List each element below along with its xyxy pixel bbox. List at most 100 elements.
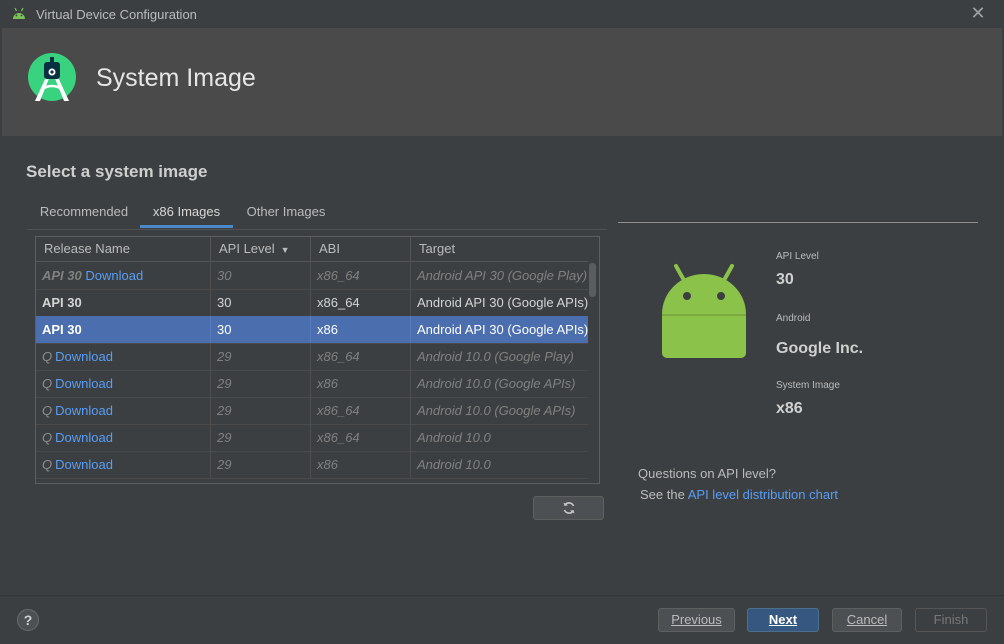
abi-cell: x86 xyxy=(311,370,411,397)
tab-recommended[interactable]: Recommended xyxy=(39,199,129,227)
download-link[interactable]: Download xyxy=(55,403,113,418)
help-button[interactable]: ? xyxy=(17,609,39,631)
column-label: Target xyxy=(419,241,456,256)
column-label: ABI xyxy=(319,241,340,256)
release-name-cell: Q Download xyxy=(36,451,211,478)
release-name-cell: Q Download xyxy=(36,424,211,451)
table-header: Release Name API Level ▼ ABI Target xyxy=(36,237,588,262)
android-studio-logo xyxy=(28,53,76,101)
table-row[interactable]: Q Download 29 x86 Android 10.0 xyxy=(36,451,588,479)
target-cell: Android API 30 (Google APIs) xyxy=(417,295,588,310)
abi-cell: x86 xyxy=(311,316,411,343)
target-cell: Android API 30 (Google APIs) xyxy=(417,322,588,337)
table-row[interactable]: API 30 30 x86 Android API 30 (Google APIs) xyxy=(36,316,588,344)
release-name: API 30 xyxy=(42,268,82,283)
table-row[interactable]: Q Download 29 x86_64 Android 10.0 (Google Pl… xyxy=(36,343,588,371)
api-level-cell: 29 xyxy=(211,370,311,397)
finish-button[interactable]: Finish xyxy=(915,608,987,632)
previous-label: Previous xyxy=(671,612,722,627)
abi-cell: x86_64 xyxy=(311,343,411,370)
abi-cell: x86_64 xyxy=(311,289,411,316)
details-separator xyxy=(618,222,978,223)
download-link[interactable]: Download xyxy=(55,376,113,391)
release-name: API 30 xyxy=(42,322,82,337)
table-row[interactable]: Q Download 29 x86_64 Android 10.0 (Google AP… xyxy=(36,397,588,425)
download-link[interactable]: Download xyxy=(55,430,113,445)
wizard-footer: ? Previous Next Cancel Finish xyxy=(0,595,1004,644)
target-cell: Android 10.0 xyxy=(417,430,491,445)
target-cell: Android 10.0 (Google APIs) xyxy=(417,376,576,391)
target-cell: Android 10.0 xyxy=(417,457,491,472)
api-level-value: 30 xyxy=(776,271,794,288)
table-row[interactable]: Q Download 29 x86 Android 10.0 (Google APIs) xyxy=(36,370,588,398)
next-label: Next xyxy=(768,612,798,627)
system-image-table: Release Name API Level ▼ ABI Target API 3… xyxy=(35,236,600,484)
api-distribution-chart-link[interactable]: API level distribution chart xyxy=(688,487,838,502)
tab-x86-images[interactable]: x86 Images xyxy=(140,199,233,228)
api-level-cell: 30 xyxy=(211,262,311,289)
see-the-text: See the API level distribution chart xyxy=(640,487,838,502)
questions-text: Questions on API level? xyxy=(638,466,777,481)
android-robot-icon xyxy=(662,264,746,358)
api-level-cell: 30 xyxy=(211,316,311,343)
release-name-cell: API 30 xyxy=(36,289,211,316)
column-release-name[interactable]: Release Name xyxy=(36,237,211,261)
android-label: Android xyxy=(776,313,811,324)
system-image-value: x86 xyxy=(776,400,803,417)
abi-cell: x86_64 xyxy=(311,262,411,289)
column-api-level[interactable]: API Level ▼ xyxy=(211,237,311,261)
api-level-cell: 29 xyxy=(211,343,311,370)
previous-button[interactable]: Previous xyxy=(658,608,735,632)
table-row[interactable]: Q Download 29 x86_64 Android 10.0 xyxy=(36,424,588,452)
release-q-label: Q xyxy=(42,376,53,391)
download-link[interactable]: Download xyxy=(55,349,113,364)
api-level-label: API Level xyxy=(776,251,819,262)
release-name-cell: Q Download xyxy=(36,370,211,397)
android-icon xyxy=(13,7,25,19)
release-q-label: Q xyxy=(42,403,53,418)
vendor-value: Google Inc. xyxy=(776,340,864,357)
target-cell: Android 10.0 (Google Play) xyxy=(417,349,574,364)
release-name-cell: Q Download xyxy=(36,397,211,424)
download-link[interactable]: Download xyxy=(55,457,113,472)
column-abi[interactable]: ABI xyxy=(311,237,411,261)
api-level-cell: 29 xyxy=(211,424,311,451)
column-label: API Level xyxy=(219,241,275,256)
release-name-cell: API 30 xyxy=(36,316,211,343)
sort-descending-icon: ▼ xyxy=(280,245,290,255)
see-the-label: See the xyxy=(640,487,685,502)
page-title: System Image xyxy=(96,64,256,92)
api-level-cell: 29 xyxy=(211,397,311,424)
abi-cell: x86 xyxy=(311,451,411,478)
cancel-button[interactable]: Cancel xyxy=(832,608,902,632)
release-name-cell: API 30 Download xyxy=(36,262,211,289)
section-title: Select a system image xyxy=(26,162,208,181)
table-scrollbar[interactable] xyxy=(588,261,598,483)
release-q-label: Q xyxy=(42,430,53,445)
table-row[interactable]: API 30 30 x86_64 Android API 30 (Google API… xyxy=(36,289,588,317)
wizard-header: System Image xyxy=(2,28,1002,136)
column-target[interactable]: Target xyxy=(411,237,588,261)
window-title: Virtual Device Configuration xyxy=(36,6,197,22)
image-tabs: Recommended x86 Images Other Images xyxy=(27,199,607,230)
next-button[interactable]: Next xyxy=(747,608,819,632)
release-name: API 30 xyxy=(42,295,82,310)
release-q-label: Q xyxy=(42,457,53,472)
release-q-label: Q xyxy=(42,349,53,364)
table-row[interactable]: API 30 Download 30 x86_64 Android API 30 (G… xyxy=(36,262,588,290)
column-label: Release Name xyxy=(44,241,130,256)
system-image-label: System Image xyxy=(776,380,840,391)
refresh-button[interactable] xyxy=(533,496,604,520)
abi-cell: x86_64 xyxy=(311,424,411,451)
api-level-cell: 29 xyxy=(211,451,311,478)
scrollbar-thumb[interactable] xyxy=(589,263,596,297)
refresh-icon xyxy=(563,502,574,514)
cancel-label: Cancel xyxy=(846,612,888,627)
target-cell: Android API 30 (Google Play) xyxy=(417,268,588,283)
download-link[interactable]: Download xyxy=(85,268,143,283)
abi-cell: x86_64 xyxy=(311,397,411,424)
target-cell: Android 10.0 (Google APIs) xyxy=(417,403,576,418)
tab-other-images[interactable]: Other Images xyxy=(244,199,328,227)
close-icon[interactable]: ✕ xyxy=(970,4,986,22)
window-titlebar: Virtual Device Configuration ✕ xyxy=(0,0,1004,28)
